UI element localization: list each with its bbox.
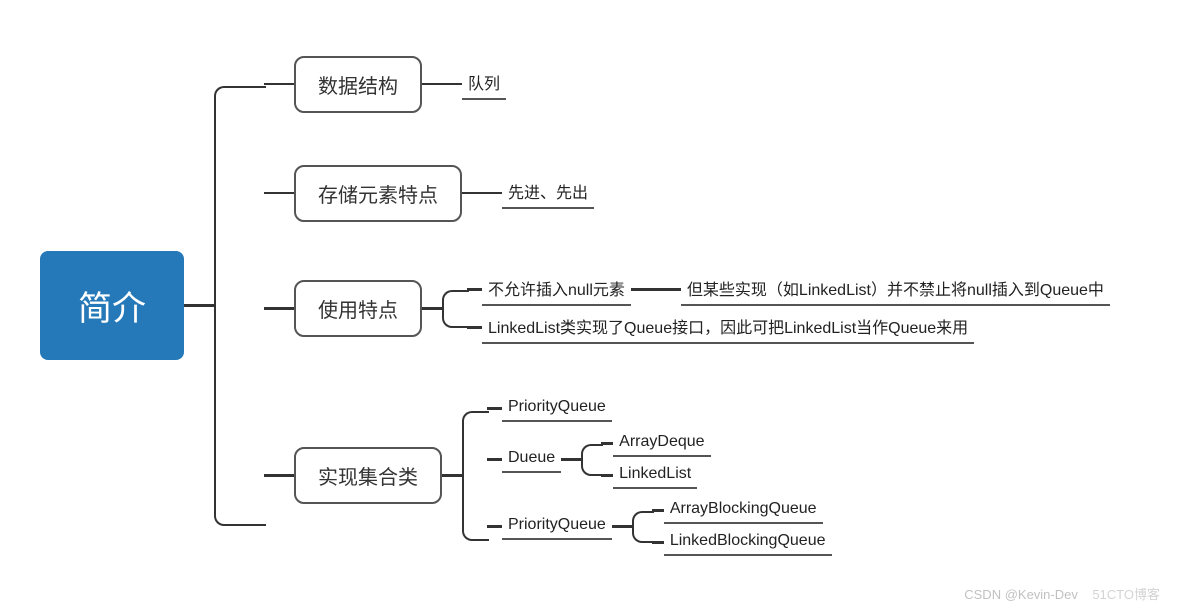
connector-line — [487, 458, 502, 461]
child-row: PriorityQueue — [487, 396, 832, 422]
branch-node: 存储元素特点 — [294, 165, 462, 222]
child-bracket — [581, 444, 601, 476]
leaf-node: LinkedBlockingQueue — [664, 530, 832, 556]
connector-line — [264, 307, 294, 310]
branch-label: 数据结构 — [318, 76, 398, 98]
leaf-node: ArrayBlockingQueue — [664, 498, 823, 524]
child-node: PriorityQueue — [502, 514, 612, 540]
watermark-label: 51CTO博客 — [1092, 587, 1160, 602]
branch-bracket — [442, 290, 467, 328]
branch-row: 数据结构 队列 — [264, 56, 1110, 113]
connector-line — [422, 83, 462, 86]
child-row: Dueue ArrayDeque LinkedList — [487, 431, 832, 489]
leaf-row: ArrayBlockingQueue — [652, 498, 832, 524]
leaf-row: LinkedList类实现了Queue接口，因此可把LinkedList当作Qu… — [467, 312, 1110, 344]
branch-label: 存储元素特点 — [318, 185, 438, 207]
leaf-node: ArrayDeque — [613, 431, 710, 457]
branch-bracket — [462, 411, 487, 541]
leaf-group: ArrayBlockingQueue LinkedBlockingQueue — [652, 498, 832, 556]
leaf-node: 先进、先出 — [502, 177, 594, 209]
child-node: PriorityQueue — [502, 396, 612, 422]
connector-line — [467, 326, 482, 329]
leaf-node: 但某些实现（如LinkedList）并不禁止将null插入到Queue中 — [681, 274, 1110, 306]
connector-line — [264, 83, 294, 86]
root-node: 简介 — [40, 251, 184, 360]
branch-node: 使用特点 — [294, 280, 422, 337]
branch-row: 实现集合类 PriorityQueue Dueue — [264, 396, 1110, 556]
branch-label: 实现集合类 — [318, 467, 418, 489]
connector-line — [184, 304, 214, 307]
watermark-label: CSDN @Kevin-Dev — [964, 587, 1078, 602]
branch-list: 数据结构 队列 存储元素特点 先进、先出 使用特点 — [264, 56, 1110, 556]
leaf-node: LinkedList类实现了Queue接口，因此可把LinkedList当作Qu… — [482, 312, 974, 344]
leaf-node: LinkedList — [613, 463, 697, 489]
leaf-group: ArrayDeque LinkedList — [601, 431, 710, 489]
branch-label: 使用特点 — [318, 300, 398, 322]
branch-row: 存储元素特点 先进、先出 — [264, 165, 1110, 222]
leaf-row: ArrayDeque — [601, 431, 710, 457]
connector-line — [264, 192, 294, 195]
branch-row: 使用特点 不允许插入null元素 但某些实现（如LinkedList）并不禁止将… — [264, 274, 1110, 344]
leaf-node: 不允许插入null元素 — [482, 274, 631, 306]
connector-line — [631, 288, 681, 291]
branch-node: 实现集合类 — [294, 447, 442, 504]
child-list: PriorityQueue Dueue ArrayDeque — [487, 396, 832, 556]
leaf-group: 不允许插入null元素 但某些实现（如LinkedList）并不禁止将null插… — [467, 274, 1110, 344]
child-row: PriorityQueue ArrayBlockingQueue LinkedB… — [487, 498, 832, 556]
connector-line — [561, 458, 581, 461]
child-bracket — [632, 511, 652, 543]
connector-line — [462, 192, 502, 195]
connector-line — [467, 288, 482, 291]
connector-line — [487, 525, 502, 528]
connector-line — [487, 407, 502, 410]
leaf-node: 队列 — [462, 68, 506, 100]
leaf-row: LinkedList — [601, 463, 710, 489]
connector-line — [442, 474, 462, 477]
connector-line — [422, 307, 442, 310]
mindmap-root-container: 简介 数据结构 队列 存储元素特点 先进、先出 使用特点 — [40, 20, 1160, 591]
root-label: 简介 — [78, 290, 146, 328]
leaf-row: LinkedBlockingQueue — [652, 530, 832, 556]
leaf-row: 不允许插入null元素 但某些实现（如LinkedList）并不禁止将null插… — [467, 274, 1110, 306]
watermark-text: CSDN @Kevin-Dev 51CTO博客 — [964, 584, 1160, 603]
connector-line — [264, 474, 294, 477]
child-node: Dueue — [502, 447, 561, 473]
connector-line — [612, 525, 632, 528]
root-bracket — [214, 86, 264, 526]
branch-node: 数据结构 — [294, 56, 422, 113]
